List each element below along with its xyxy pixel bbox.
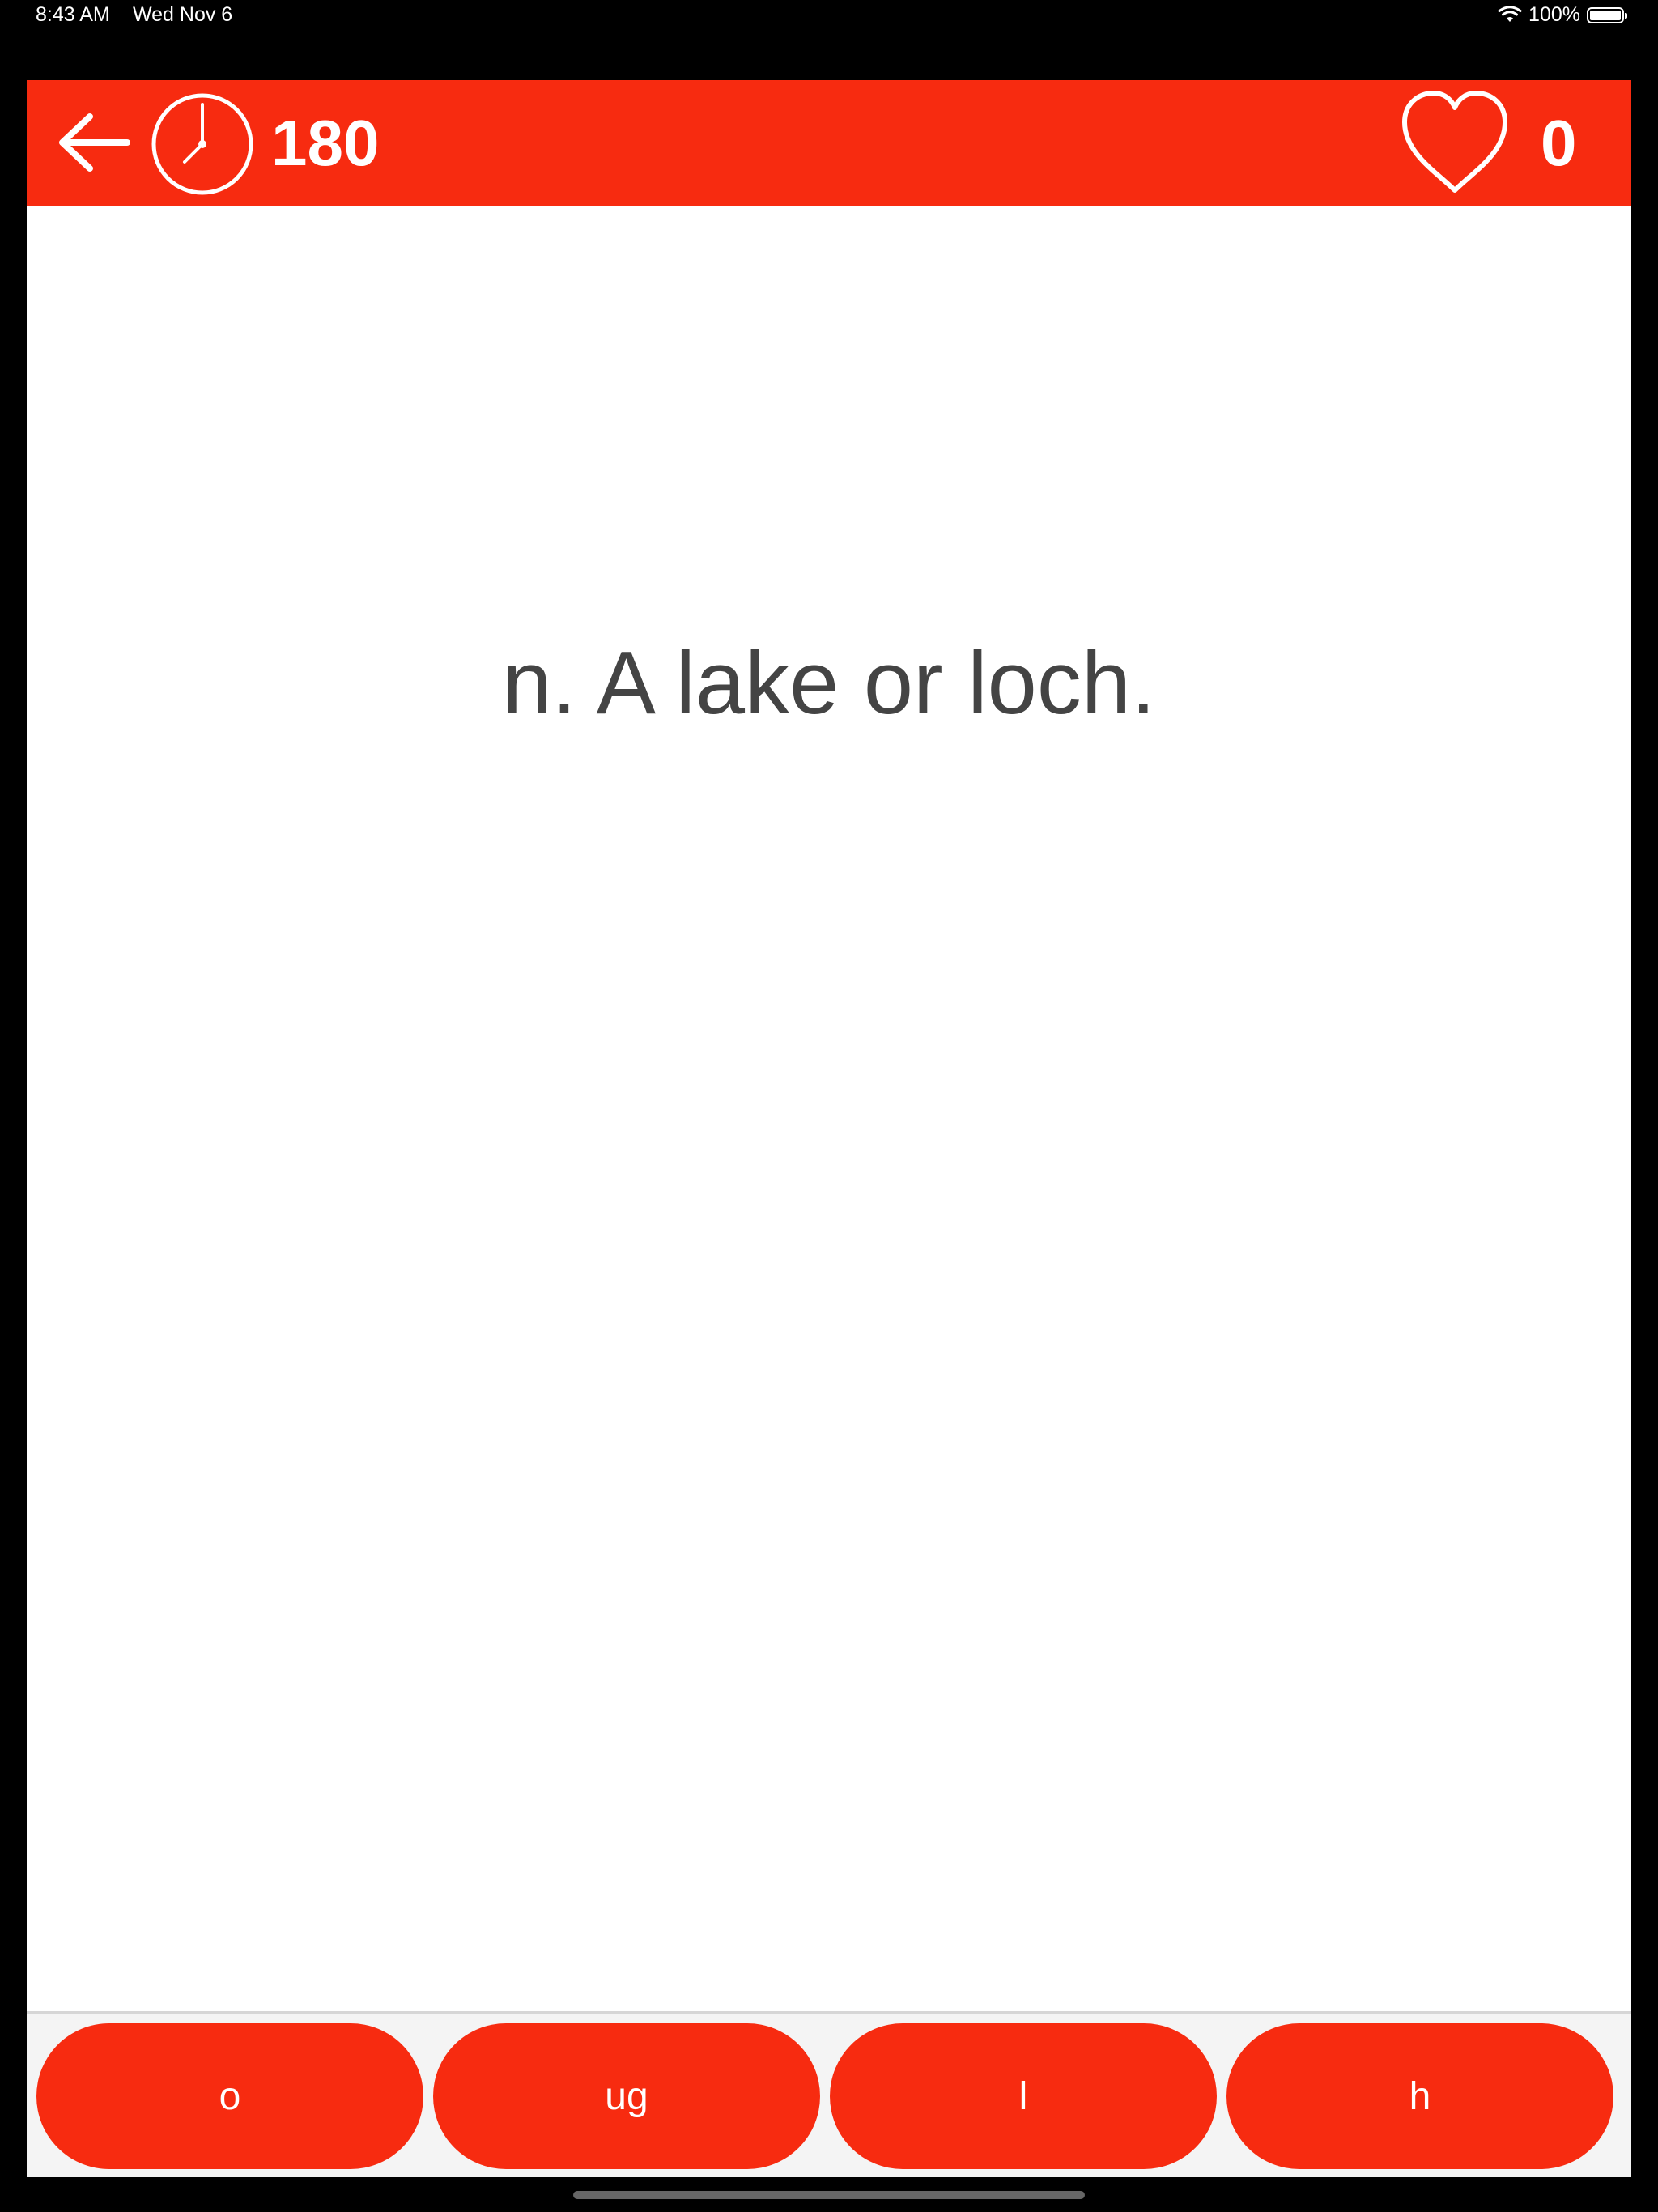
clock-icon [151, 93, 253, 195]
answer-button-2[interactable]: ug [433, 2023, 820, 2169]
device-screen: 8:43 AM Wed Nov 6 100% 180 0 n. A lake o… [0, 0, 1658, 2212]
wifi-icon [1498, 5, 1522, 22]
battery-percentage: 100% [1528, 3, 1580, 26]
arrow-left-icon[interactable] [54, 108, 132, 177]
status-date: Wed Nov 6 [133, 3, 233, 26]
heart-icon [1402, 91, 1507, 193]
score-value: 0 [1541, 107, 1577, 179]
battery-icon [1587, 6, 1627, 23]
quiz-screen: 180 0 n. A lake or loch. o ug l h [27, 80, 1631, 2177]
timer-value: 180 [271, 107, 380, 179]
status-time: 8:43 AM [36, 3, 110, 26]
battery-level [1590, 10, 1621, 20]
answer-button-3[interactable]: l [830, 2023, 1217, 2169]
home-indicator[interactable] [573, 2191, 1085, 2199]
battery-cap [1625, 12, 1627, 19]
status-bar: 8:43 AM Wed Nov 6 100% [0, 0, 1658, 32]
answer-options: o ug l h [27, 2011, 1631, 2177]
answer-button-1[interactable]: o [36, 2023, 423, 2169]
answer-button-4[interactable]: h [1226, 2023, 1613, 2169]
status-indicators: 100% [1498, 3, 1627, 27]
game-toolbar: 180 0 [27, 80, 1631, 206]
question-definition: n. A lake or loch. [502, 633, 1156, 733]
